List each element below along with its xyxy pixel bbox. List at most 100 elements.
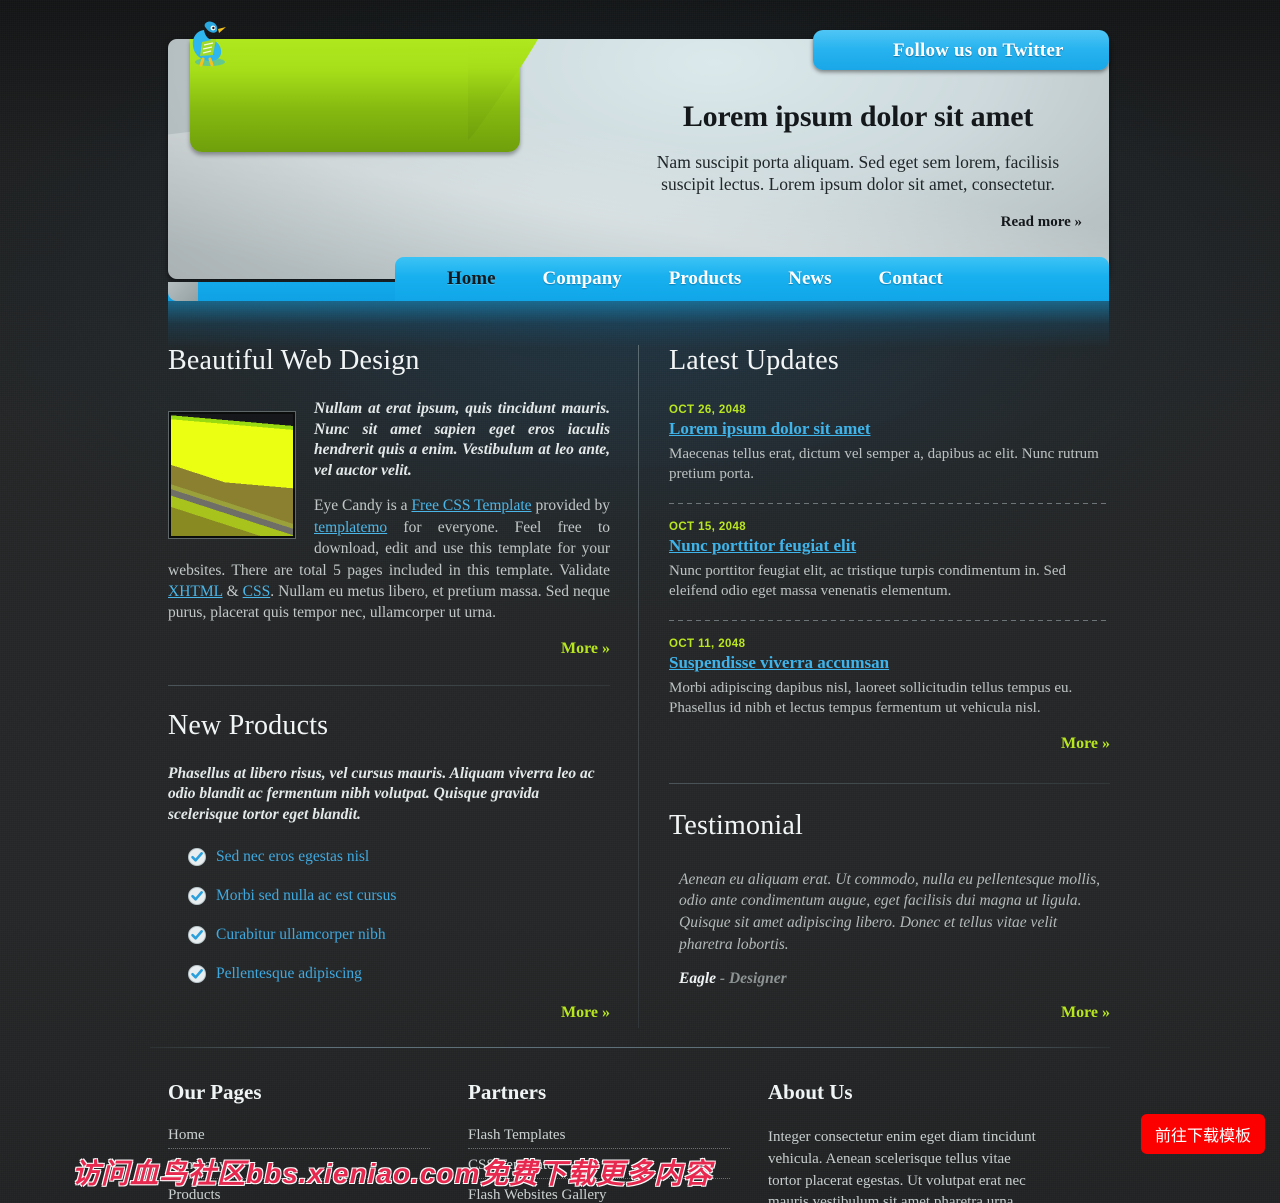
nav-item-products[interactable]: Products bbox=[669, 268, 741, 290]
nav-list: Home Company Products News Contact bbox=[395, 257, 1109, 301]
nav-item-home[interactable]: Home bbox=[447, 268, 496, 290]
update-separator bbox=[669, 619, 1110, 621]
link-xhtml[interactable]: XHTML bbox=[168, 583, 223, 600]
link-templatemo[interactable]: templatemo bbox=[314, 519, 387, 536]
update-text: Nunc porttitor feugiat elit, ac tristiqu… bbox=[669, 562, 1067, 599]
nav-link-contact[interactable]: Contact bbox=[879, 268, 943, 289]
list-item[interactable]: Pellentesque adipiscing bbox=[168, 964, 610, 983]
update-separator bbox=[669, 502, 1110, 504]
link-free-css-template[interactable]: Free CSS Template bbox=[411, 497, 531, 514]
update-title-link[interactable]: Suspendisse viverra accumsan bbox=[669, 653, 889, 673]
right-section-separator bbox=[669, 782, 1110, 784]
link-css[interactable]: CSS bbox=[243, 583, 271, 600]
update-text: Morbi adipiscing dapibus nisl, laoreet s… bbox=[669, 679, 1073, 716]
check-circle-icon bbox=[188, 925, 206, 944]
footer-link-home[interactable]: Home bbox=[168, 1127, 430, 1149]
intro-block: Nullam at erat ipsum, quis tincidunt mau… bbox=[168, 399, 610, 658]
intro-text-2: provided by bbox=[531, 497, 610, 515]
page-root: Follow us on Twitter Lorem ipsum dolor s… bbox=[0, 0, 1280, 1203]
intro-text-1: Eye Candy is a bbox=[314, 497, 412, 515]
check-circle-icon bbox=[188, 847, 206, 866]
testimonial-author-role: Designer bbox=[728, 970, 787, 988]
footer-column-our-pages: Our Pages Home Company Products bbox=[168, 1080, 468, 1203]
list-item[interactable]: Products bbox=[168, 1187, 430, 1203]
section-title-beautiful-web-design: Beautiful Web Design bbox=[168, 345, 420, 376]
nav-tail bbox=[168, 282, 413, 301]
intro-thumbnail bbox=[168, 411, 296, 539]
product-link-3[interactable]: Curabitur ullamcorper nibh bbox=[216, 926, 386, 944]
more-link-new-products[interactable]: More » bbox=[168, 1004, 610, 1022]
footer-rule bbox=[150, 1047, 1110, 1048]
nav-link-products[interactable]: Products bbox=[669, 268, 741, 289]
nav-tail-cap bbox=[168, 282, 198, 301]
footer-title-about-us: About Us bbox=[768, 1080, 853, 1104]
list-item[interactable]: Flash Websites Gallery bbox=[468, 1187, 730, 1203]
check-circle-icon bbox=[188, 964, 206, 983]
twitter-follow-label: Follow us on Twitter bbox=[893, 40, 1064, 61]
list-item[interactable]: Flash Templates bbox=[468, 1127, 730, 1157]
list-item[interactable]: Company bbox=[168, 1157, 430, 1187]
footer-title-partners: Partners bbox=[468, 1080, 547, 1104]
new-products-list: Sed nec eros egestas nisl Morbi sed null… bbox=[168, 847, 610, 983]
more-link-beautiful-web-design[interactable]: More » bbox=[168, 640, 610, 658]
list-item[interactable]: Sed nec eros egestas nisl bbox=[168, 847, 610, 866]
more-link-latest-updates[interactable]: More » bbox=[669, 735, 1110, 753]
hero-title: Lorem ipsum dolor sit amet bbox=[682, 100, 1034, 133]
right-column: Latest Updates OCT 26, 2048 Lorem ipsum … bbox=[669, 345, 1110, 1022]
footer-about-text: Integer consectetur enim eget diam tinci… bbox=[768, 1129, 1036, 1203]
main-content: Beautiful Web Design Nullam at erat ipsu… bbox=[168, 345, 1110, 1035]
hero-read-more-link[interactable]: Read more » bbox=[1001, 214, 1082, 230]
update-title-link[interactable]: Nunc porttitor feugiat elit bbox=[669, 536, 856, 556]
footer-link-company[interactable]: Company bbox=[168, 1157, 430, 1179]
footer-column-about-us: About Us Integer consectetur enim eget d… bbox=[768, 1080, 1068, 1203]
list-item[interactable]: Morbi sed nulla ac est cursus bbox=[168, 886, 610, 905]
intro-thumbnail-image bbox=[171, 414, 293, 536]
twitter-follow-bar[interactable]: Follow us on Twitter bbox=[813, 30, 1109, 70]
section-title-new-products: New Products bbox=[168, 709, 329, 741]
footer-link-products[interactable]: Products bbox=[168, 1187, 430, 1203]
update-item: OCT 15, 2048 Nunc porttitor feugiat elit… bbox=[669, 521, 1110, 602]
footer-title-our-pages: Our Pages bbox=[168, 1080, 262, 1104]
twitter-bird-icon bbox=[192, 21, 226, 67]
hero-banner: Lorem ipsum dolor sit amet Nam suscipit … bbox=[628, 100, 1088, 231]
product-link-1[interactable]: Sed nec eros egestas nisl bbox=[216, 848, 369, 866]
testimonial-author-name: Eagle bbox=[679, 970, 717, 988]
testimonial-author: Eagle - Designer bbox=[669, 970, 1110, 988]
update-date: OCT 26, 2048 bbox=[669, 404, 747, 416]
product-link-4[interactable]: Pellentesque adipiscing bbox=[216, 965, 362, 983]
nav-item-contact[interactable]: Contact bbox=[879, 268, 943, 290]
testimonial-author-sep: - bbox=[716, 970, 729, 988]
intro-text-4: & bbox=[222, 582, 243, 600]
left-section-separator bbox=[168, 684, 610, 686]
update-text: Maecenas tellus erat, dictum vel semper … bbox=[669, 446, 1099, 482]
update-date: OCT 15, 2048 bbox=[669, 520, 747, 533]
footer-column-partners: Partners Flash Templates CSS Templates F… bbox=[468, 1080, 768, 1203]
footer-link-flash-websites-gallery[interactable]: Flash Websites Gallery bbox=[468, 1187, 730, 1203]
logo-curve-shape bbox=[468, 39, 538, 140]
section-title-testimonial: Testimonial bbox=[669, 809, 803, 841]
footer-link-flash-templates[interactable]: Flash Templates bbox=[468, 1127, 730, 1149]
footer-list-our-pages: Home Company Products bbox=[168, 1127, 430, 1203]
new-products-lead: Phasellus at libero risus, vel cursus ma… bbox=[168, 764, 595, 823]
download-template-button[interactable]: 前往下载模板 bbox=[1141, 1114, 1265, 1154]
footer-link-css-templates[interactable]: CSS Templates bbox=[468, 1157, 730, 1179]
nav-link-home[interactable]: Home bbox=[447, 268, 496, 289]
site-footer: Our Pages Home Company Products Partners… bbox=[168, 1080, 1128, 1203]
check-circle-icon bbox=[188, 886, 206, 905]
product-link-2[interactable]: Morbi sed nulla ac est cursus bbox=[216, 887, 396, 905]
more-link-testimonial[interactable]: More » bbox=[669, 1004, 1110, 1022]
update-item: OCT 26, 2048 Lorem ipsum dolor sit amet … bbox=[669, 404, 1110, 485]
list-item[interactable]: Home bbox=[168, 1127, 430, 1157]
nav-item-news[interactable]: News bbox=[788, 268, 831, 290]
nav-item-company[interactable]: Company bbox=[543, 268, 622, 290]
list-item[interactable]: Curabitur ullamcorper nibh bbox=[168, 925, 610, 944]
list-item[interactable]: CSS Templates bbox=[468, 1157, 730, 1187]
update-date: OCT 11, 2048 bbox=[669, 637, 746, 650]
nav-link-company[interactable]: Company bbox=[543, 268, 622, 289]
update-title-link[interactable]: Lorem ipsum dolor sit amet bbox=[669, 419, 870, 439]
nav-link-news[interactable]: News bbox=[788, 268, 831, 289]
section-title-latest-updates: Latest Updates bbox=[669, 345, 839, 376]
testimonial-quote: Aenean eu aliquam erat. Ut commodo, null… bbox=[679, 870, 1101, 953]
main-navigation: Home Company Products News Contact bbox=[395, 257, 1109, 301]
footer-list-partners: Flash Templates CSS Templates Flash Webs… bbox=[468, 1127, 730, 1203]
